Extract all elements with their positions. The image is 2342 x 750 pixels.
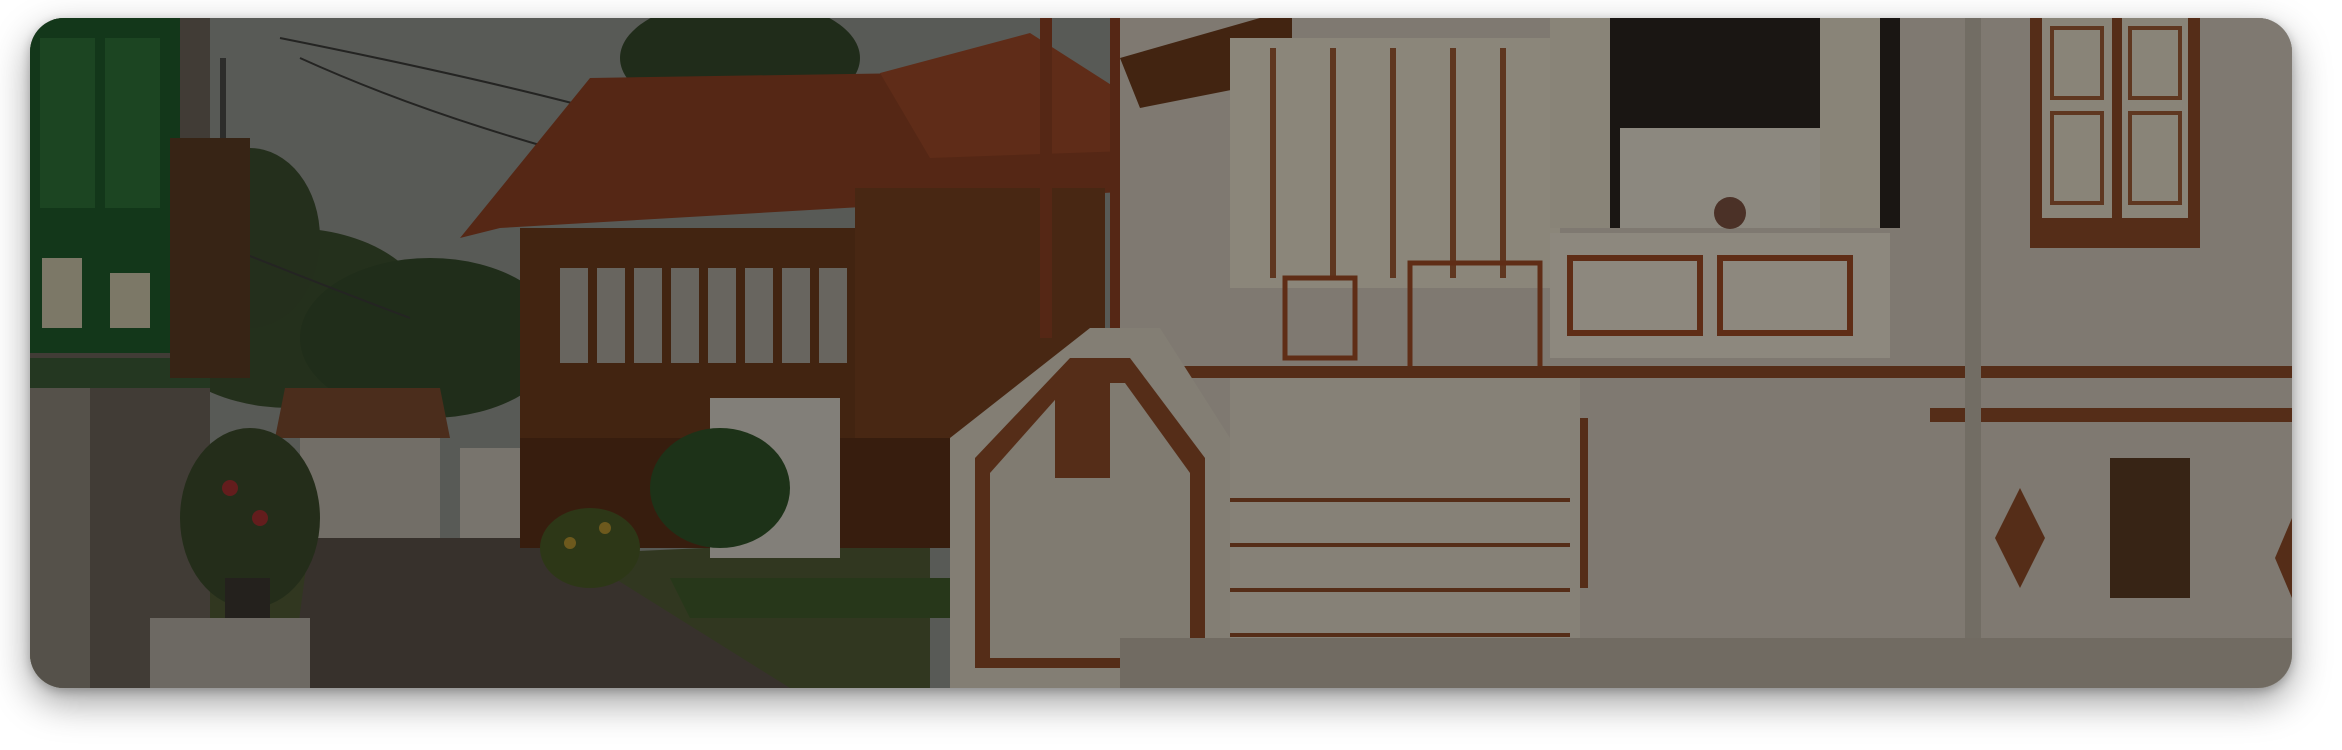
stage — [0, 0, 2342, 750]
foundation — [1120, 638, 2292, 688]
child-at-window — [1714, 197, 1746, 229]
front-stairs — [950, 328, 1580, 688]
street-scene-image — [30, 18, 2292, 688]
photo-card — [30, 18, 2292, 688]
lawn-patch — [670, 578, 950, 618]
pole-left — [1040, 18, 1052, 338]
